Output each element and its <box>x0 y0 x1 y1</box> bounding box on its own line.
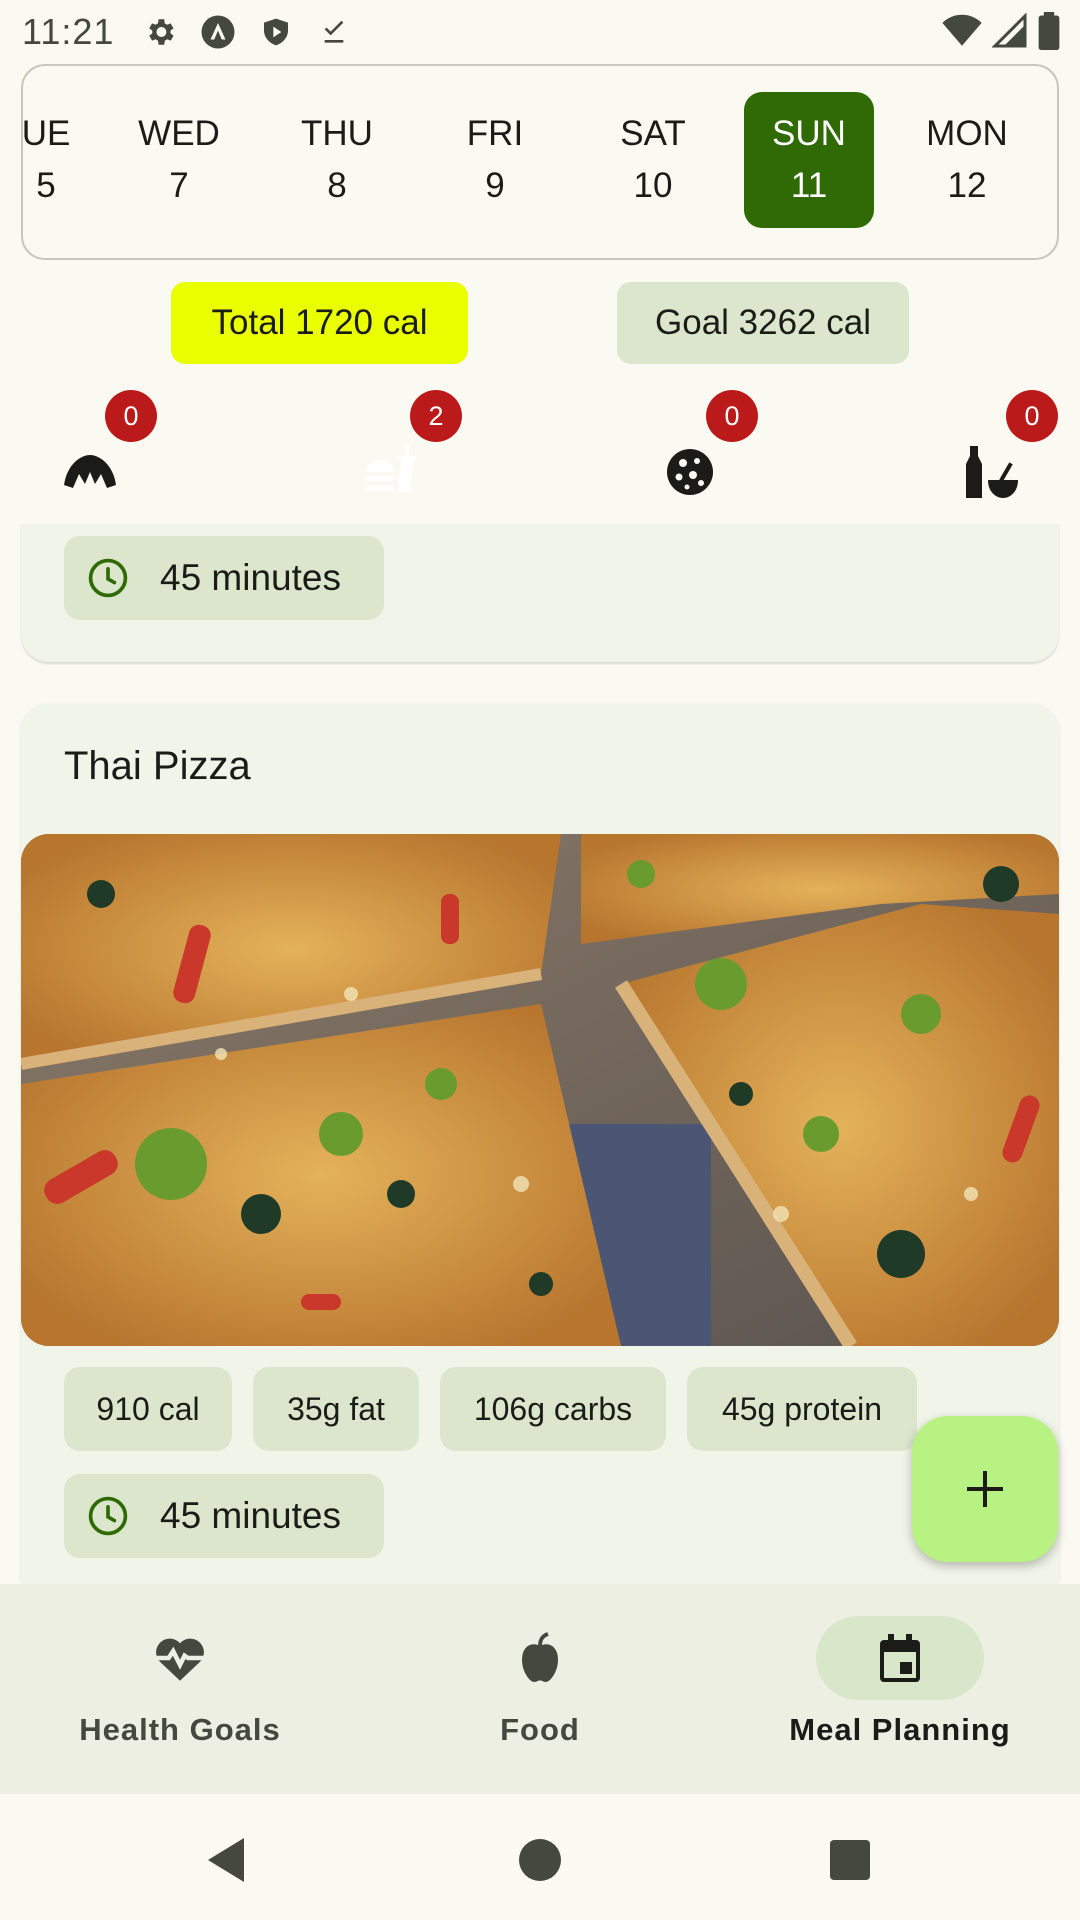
meal-tab-snack[interactable]: 0 <box>630 390 758 520</box>
day-name: SAT <box>620 114 686 153</box>
drinks-count-badge: 0 <box>1006 390 1058 442</box>
day-thu[interactable]: THU 8 <box>272 92 402 228</box>
day-name: FRI <box>466 114 524 153</box>
carbs-chip: 106g carbs <box>440 1367 666 1451</box>
settings-icon <box>140 12 180 52</box>
bottom-navigation: Health Goals Food Meal Planning <box>0 1584 1080 1794</box>
nav-health-goals[interactable]: Health Goals <box>0 1584 360 1794</box>
day-name: WED <box>138 114 220 153</box>
prep-time-chip: 45 minutes <box>64 1474 384 1558</box>
prep-time-label: 45 minutes <box>160 1495 341 1536</box>
day-number: 8 <box>327 166 347 205</box>
battery-icon <box>1038 12 1060 50</box>
day-name: SUN <box>772 114 846 153</box>
day-name: THU <box>301 114 373 153</box>
snack-count-badge: 0 <box>706 390 758 442</box>
home-icon[interactable] <box>510 1830 570 1890</box>
status-indicators <box>942 12 1060 50</box>
plus-icon <box>967 1471 1003 1507</box>
day-number: 10 <box>633 166 673 205</box>
thai-pizza-image <box>21 834 1059 1346</box>
prep-time-chip: 45 minutes <box>64 536 384 620</box>
meal-tab-lunch[interactable]: 2 <box>330 390 462 520</box>
day-number: 11 <box>790 166 828 205</box>
day-sat[interactable]: SAT 10 <box>588 92 718 228</box>
clock-icon <box>88 1496 128 1536</box>
day-number: 12 <box>947 166 987 205</box>
day-number: 7 <box>169 166 189 205</box>
back-icon[interactable] <box>196 1830 256 1890</box>
nav-meal-planning[interactable]: Meal Planning <box>720 1584 1080 1794</box>
add-meal-button[interactable] <box>912 1416 1058 1562</box>
nav-label: Meal Planning <box>789 1712 1011 1747</box>
day-sun-selected[interactable]: SUN 11 <box>744 92 874 228</box>
fat-chip: 35g fat <box>253 1367 419 1451</box>
recipe-card-previous[interactable]: 45 minutes <box>21 524 1059 662</box>
day-number: 5 <box>36 166 56 205</box>
download-done-icon <box>314 12 354 52</box>
day-tue[interactable]: UE 5 <box>21 92 111 228</box>
total-calories-chip: Total 1720 cal <box>171 282 468 364</box>
calories-chip: 910 cal <box>64 1367 232 1451</box>
status-time: 11:21 <box>22 11 115 52</box>
nav-label: Health Goals <box>79 1712 281 1747</box>
meal-tab-drinks[interactable]: 0 <box>930 390 1058 520</box>
date-strip[interactable]: UE 5 WED 7 THU 8 FRI 9 SAT 10 SUN 11 MON… <box>21 64 1059 260</box>
goal-calories-chip: Goal 3262 cal <box>617 282 909 364</box>
day-wed[interactable]: WED 7 <box>114 92 244 228</box>
heart-pulse-icon <box>96 1616 264 1700</box>
nav-label: Food <box>500 1712 580 1747</box>
day-number: 9 <box>485 166 505 205</box>
day-name: MON <box>926 114 1008 153</box>
day-mon[interactable]: MON 12 <box>902 92 1032 228</box>
recents-icon[interactable] <box>820 1830 880 1890</box>
wifi-icon <box>942 14 982 46</box>
protein-chip: 45g protein <box>687 1367 917 1451</box>
recipe-card-thai-pizza[interactable]: Thai Pizza 910 cal 35g fat 106g carbs 45… <box>21 704 1059 1604</box>
calendar-icon <box>816 1616 984 1700</box>
signal-icon <box>992 13 1027 48</box>
apple-icon <box>456 1616 624 1700</box>
shield-play-icon <box>256 12 296 52</box>
prep-time-label: 45 minutes <box>160 557 341 598</box>
lunch-count-badge: 2 <box>410 390 462 442</box>
status-bar: 11:21 <box>0 0 1080 64</box>
breakfast-count-badge: 0 <box>105 390 157 442</box>
recipe-title: Thai Pizza <box>64 744 251 788</box>
a-icon <box>198 12 238 52</box>
meal-tab-breakfast[interactable]: 0 <box>30 390 157 520</box>
clock-icon <box>88 558 128 598</box>
system-navigation-bar <box>0 1794 1080 1920</box>
day-name: UE <box>21 114 71 153</box>
nav-food[interactable]: Food <box>360 1584 720 1794</box>
day-fri[interactable]: FRI 9 <box>430 92 560 228</box>
